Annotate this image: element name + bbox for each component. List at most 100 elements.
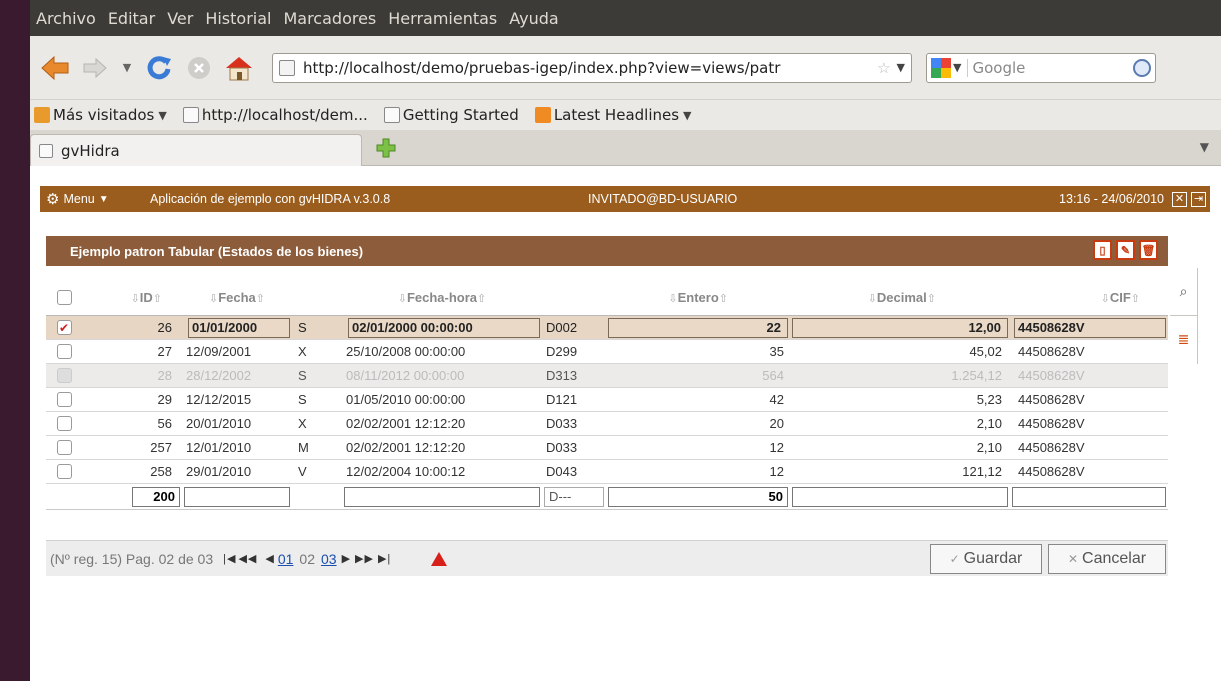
id-input[interactable]	[132, 486, 180, 507]
table-row[interactable]: 56 20/01/2010 X 02/02/2001 12:12:20 D033 20 …	[46, 412, 1168, 436]
fecha-input[interactable]	[184, 486, 290, 507]
cif-input[interactable]	[1012, 486, 1166, 507]
row-checkbox	[56, 368, 72, 383]
col-header-entero[interactable]: ⇩Entero⇧	[606, 290, 790, 305]
page-link-03[interactable]: 03	[321, 551, 337, 567]
url-dropdown-icon[interactable]: ▼	[897, 61, 905, 74]
reload-button[interactable]	[144, 53, 174, 83]
menu-editar[interactable]: Editar	[108, 9, 155, 28]
list-icon: ≣	[1177, 332, 1190, 348]
home-button[interactable]	[224, 53, 254, 83]
save-button[interactable]: ✓ Guardar	[930, 544, 1042, 574]
close-window-button[interactable]: ✕	[1172, 191, 1187, 207]
bookmarks-toolbar: Más visitados ▼ http://localhost/dem... G…	[30, 100, 1221, 130]
stop-button[interactable]	[184, 53, 214, 83]
col-header-id[interactable]: ⇩ID⇧	[82, 290, 182, 305]
datetime-label: 13:16 - 24/06/2010	[1059, 192, 1164, 206]
app-header-bar: ⚙ Menu ▼ Aplicación de ejemplo con gvHID…	[40, 186, 1210, 212]
table-row[interactable]: 29 12/12/2015 S 01/05/2010 00:00:00 D121 42 …	[46, 388, 1168, 412]
stop-icon	[188, 56, 210, 79]
row-checkbox[interactable]	[56, 392, 72, 407]
folder-icon	[34, 107, 50, 123]
app-title: Aplicación de ejemplo con gvHIDRA v.3.0.…	[150, 192, 391, 206]
page-icon	[182, 107, 199, 123]
row-checkbox[interactable]: ✔	[56, 320, 72, 335]
search-box[interactable]: ▼ Google	[926, 52, 1156, 83]
chevron-down-icon: ▼	[98, 193, 109, 205]
bookmark-star-icon[interactable]: ☆	[877, 59, 890, 77]
forward-arrow-icon	[83, 57, 107, 78]
decimal-field[interactable]: 12,00	[792, 317, 1008, 338]
col-header-cif[interactable]: ⇩CIF⇧	[1010, 290, 1168, 305]
list-tab[interactable]: ≣	[1170, 316, 1198, 364]
bookmark-localhost[interactable]: http://localhost/dem...	[182, 106, 368, 124]
select-all-checkbox[interactable]	[56, 290, 72, 305]
menu-herramientas[interactable]: Herramientas	[388, 9, 497, 28]
col-header-fecha-hora[interactable]: ⇩Fecha-hora⇧	[342, 290, 542, 305]
app-menu-button[interactable]: ⚙ Menu ▼	[40, 190, 150, 208]
records-table: ⇩ID⇧ ⇩Fecha⇧ ⇩Fecha-hora⇧ ⇩Entero⇧ ⇩Deci…	[46, 280, 1168, 510]
history-dropdown[interactable]: ▼	[120, 53, 134, 83]
decimal-input[interactable]	[792, 486, 1008, 507]
menu-ayuda[interactable]: Ayuda	[509, 9, 558, 28]
search-placeholder: Google	[967, 58, 1133, 77]
logout-button[interactable]: ⇥	[1191, 191, 1206, 207]
entero-input[interactable]	[608, 486, 788, 507]
menu-bar: Archivo Editar Ver Historial Marcadores …	[30, 0, 1221, 36]
table-row[interactable]: ✔ 26 01/01/2000 S 02/01/2000 00:00:00 D0…	[46, 316, 1168, 340]
records-info: (Nº reg. 15) Pag. 02 de 03	[50, 550, 214, 567]
warning-icon[interactable]	[431, 551, 448, 566]
bookmark-latest-headlines[interactable]: Latest Headlines ▼	[534, 106, 692, 124]
row-checkbox[interactable]	[56, 464, 72, 479]
bookmark-mas-visitados[interactable]: Más visitados ▼	[34, 106, 167, 124]
back-button[interactable]	[40, 53, 70, 83]
page-icon	[383, 107, 400, 123]
fecha-field[interactable]: 01/01/2000	[188, 317, 290, 338]
side-tabs: ⌕ ≣	[1170, 268, 1198, 366]
menu-archivo[interactable]: Archivo	[36, 9, 96, 28]
navigation-toolbar: ▼ http://localhost/demo/pruebas-igep/ind…	[30, 36, 1221, 100]
search-tab[interactable]: ⌕	[1170, 268, 1198, 316]
url-bar[interactable]: http://localhost/demo/pruebas-igep/index…	[272, 52, 912, 83]
first-page-icon[interactable]: |◀	[223, 552, 236, 565]
prev-block-icon[interactable]: ◀◀	[238, 552, 257, 565]
forward-button[interactable]	[80, 53, 110, 83]
tab-gvhidra[interactable]: gvHidra	[30, 134, 362, 166]
new-record-icon[interactable]: ▯	[1093, 240, 1112, 260]
table-header-row: ⇩ID⇧ ⇩Fecha⇧ ⇩Fecha-hora⇧ ⇩Entero⇧ ⇩Deci…	[46, 280, 1168, 316]
prev-page-icon[interactable]: ◀	[265, 552, 274, 565]
pagination-bar: (Nº reg. 15) Pag. 02 de 03 |◀ ◀◀ ◀ 01 02…	[46, 540, 1168, 576]
last-page-icon[interactable]: ▶|	[378, 552, 391, 565]
row-checkbox[interactable]	[56, 344, 72, 359]
fecha-hora-input[interactable]	[344, 486, 540, 507]
next-page-icon[interactable]: ▶	[342, 552, 351, 565]
table-row[interactable]: 258 29/01/2010 V 12/02/2004 10:00:12 D043 12…	[46, 460, 1168, 484]
page-link-01[interactable]: 01	[278, 551, 294, 567]
edit-record-icon[interactable]: ✎	[1116, 240, 1135, 260]
table-row[interactable]: 27 12/09/2001 X 25/10/2008 00:00:00 D299 35 …	[46, 340, 1168, 364]
google-engine-icon[interactable]	[931, 57, 951, 78]
bookmark-getting-started[interactable]: Getting Started	[383, 106, 519, 124]
search-icon[interactable]	[1133, 58, 1151, 77]
current-page: 02	[299, 550, 315, 567]
site-identity-icon[interactable]	[279, 59, 295, 76]
tab-list-icon[interactable]: ▼	[1200, 140, 1209, 154]
menu-ver[interactable]: Ver	[167, 9, 193, 28]
browser-window: Archivo Editar Ver Historial Marcadores …	[30, 0, 1221, 681]
engine-dropdown-icon[interactable]: ▼	[953, 61, 961, 74]
col-header-decimal[interactable]: ⇩Decimal⇧	[790, 290, 1010, 305]
delete-record-icon[interactable]: 🗑	[1139, 240, 1158, 260]
next-block-icon[interactable]: ▶▶	[355, 552, 374, 565]
new-tab-icon[interactable]	[376, 138, 396, 158]
col-header-fecha[interactable]: ⇩Fecha⇧	[182, 290, 292, 305]
menu-historial[interactable]: Historial	[205, 9, 271, 28]
menu-marcadores[interactable]: Marcadores	[283, 9, 376, 28]
cancel-button[interactable]: ✕ Cancelar	[1048, 544, 1166, 574]
entero-field[interactable]: 22	[608, 317, 788, 338]
row-checkbox[interactable]	[56, 416, 72, 431]
row-checkbox[interactable]	[56, 440, 72, 455]
code-input[interactable]	[544, 486, 604, 507]
fecha-hora-field[interactable]: 02/01/2000 00:00:00	[348, 317, 540, 338]
cif-field[interactable]: 44508628V	[1014, 317, 1166, 338]
table-row[interactable]: 257 12/01/2010 M 02/02/2001 12:12:20 D033 12…	[46, 436, 1168, 460]
